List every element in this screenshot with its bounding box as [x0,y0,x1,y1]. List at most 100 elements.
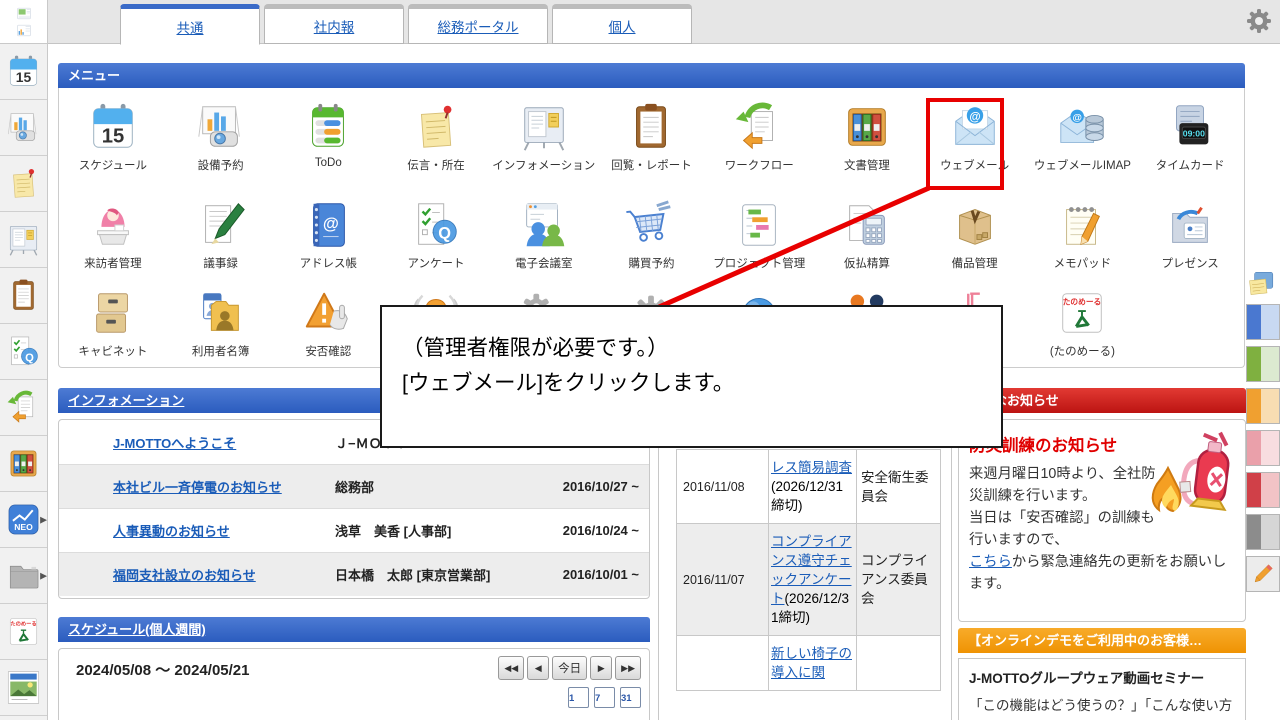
menu-item-facility[interactable]: 設備予約 [167,100,275,173]
information-header-link[interactable]: インフォメーション [68,393,184,408]
menu-item-conference[interactable]: 電子会議室 [490,198,598,271]
menu-item-visitor[interactable]: 来訪者管理 [59,198,167,271]
menu-item-cabinet[interactable]: キャビネット [59,286,167,359]
right-tab-red[interactable] [1246,472,1280,508]
todo-icon [301,100,355,154]
menu-item-tanomeru[interactable]: たのめーる(たのめーる) [1029,286,1137,359]
right-tab-gray[interactable] [1246,514,1280,550]
svg-text:NEO: NEO [14,522,33,532]
sidebar-item-survey[interactable]: Q [0,324,47,380]
right-tab-note-icon[interactable] [1246,268,1276,298]
sidebar-item-infoboard[interactable] [0,212,47,268]
expense-icon [840,198,894,252]
tab-3[interactable]: 総務ポータル [408,4,548,44]
menu-item-message[interactable]: 伝言・所在 [382,100,490,173]
menu-item-docmgmt[interactable]: 文書管理 [813,100,921,173]
survey-row: 2016/11/07コンプライアンス遵守チェックアンケート(2026/12/31… [677,524,941,636]
info-row-link[interactable]: 福岡支社設立のお知らせ [113,565,335,584]
right-tab-green[interactable] [1246,346,1280,382]
conference-icon [517,198,571,252]
sidebar-item-tanomeru[interactable]: たのめーる [0,604,47,660]
menu-item-minutes[interactable]: 議事録 [167,198,275,271]
menu-item-schedule[interactable]: 15スケジュール [59,100,167,173]
tab-2[interactable]: 社内報 [264,4,404,44]
info-row: 福岡支社設立のお知らせ日本橋 太郎 [東京営業部]2016/10/01 ~ [59,552,649,596]
report-icon [5,277,42,314]
nav-last-button[interactable]: ▶▶ [615,656,641,680]
survey-link[interactable]: 新しい椅子の導入に関 [771,646,852,680]
menu-item-label: 電子会議室 [515,255,573,271]
day-view-button[interactable]: 1 [568,687,589,708]
menu-item-expense[interactable]: 仮払精算 [813,198,921,271]
message-icon [5,165,42,202]
menu-item-address[interactable]: @アドレス帳 [274,198,382,271]
menu-item-timecard[interactable]: 09:00タイムカード [1136,100,1244,173]
menu-item-presence[interactable]: プレゼンス [1136,198,1244,271]
info-row-date: 2016/10/27 ~ [563,479,639,494]
emergency-contact-link[interactable]: こちら [969,554,1012,570]
menu-item-label: アンケート [408,255,465,271]
sidebar-item-workflow[interactable] [0,380,47,436]
minutes-icon [194,198,248,252]
right-tab-pencil[interactable] [1246,556,1280,592]
right-tab-pink[interactable] [1246,430,1280,466]
nav-today-button[interactable]: 今日 [552,656,587,680]
survey-row: 新しい椅子の導入に関 [677,636,941,691]
tab-1[interactable]: 共通 [120,4,260,45]
menu-item-webmailimap[interactable]: @ウェブメールIMAP [1029,100,1137,173]
sidebar-item-docmgmt[interactable] [0,436,47,492]
menu-item-equipment[interactable]: 備品管理 [921,198,1029,271]
info-row-link[interactable]: 本社ビル一斉停電のお知らせ [113,477,335,496]
layout-chart-icon[interactable] [14,23,34,38]
info-row-link[interactable]: 人事異動のお知らせ [113,521,335,540]
callout-line-1: （管理者権限が必要です。） [402,331,1001,366]
right-widget-tabs [1246,268,1280,592]
layout-panels-icon[interactable] [14,6,34,21]
menu-item-label: プレゼンス [1161,255,1218,271]
fire-extinguisher-image [1137,424,1243,528]
survey-link[interactable]: レス簡易調査 [771,460,852,475]
info-row-date: 2016/10/01 ~ [563,567,639,582]
survey-date: 2016/11/07 [677,524,769,636]
sidebar-item-folder[interactable]: ▶ [0,548,47,604]
portal-layout-switcher[interactable] [0,0,48,44]
menu-item-memo[interactable]: メモパッド [1029,198,1137,271]
month-view-button[interactable]: 31 [620,687,641,708]
menu-item-safety[interactable]: 安否確認 [274,286,382,359]
menu-item-infoboard[interactable]: インフォメーション [490,100,598,173]
sidebar-item-facility[interactable] [0,100,47,156]
info-row-link[interactable]: J-MOTTOへようこそ [113,433,335,452]
sidebar-item-message[interactable] [0,156,47,212]
sidebar-item-neo[interactable]: NEO ▶ [0,492,47,548]
menu-item-purchase[interactable]: 購買予約 [598,198,706,271]
menu-item-label: 仮払精算 [844,255,890,271]
userlist-icon [194,286,248,340]
schedule-header-link[interactable]: スケジュール(個人週間) [68,622,206,637]
expand-arrow-icon[interactable]: ▶ [40,570,47,581]
expand-arrow-icon[interactable]: ▶ [40,514,47,525]
nav-prev-button[interactable]: ◀ [527,656,549,680]
menu-item-workflow[interactable]: ワークフロー [705,100,813,173]
nav-first-button[interactable]: ◀◀ [498,656,524,680]
sidebar-item-report[interactable] [0,268,47,324]
menu-item-todo[interactable]: ToDo [274,100,382,173]
right-tab-blue[interactable] [1246,304,1280,340]
sidebar-item-schedule[interactable]: 15 [0,44,47,100]
schedule-icon: 15 [86,100,140,154]
docmgmt-icon [840,100,894,154]
message-icon [409,100,463,154]
tab-4[interactable]: 個人 [552,4,692,44]
nav-next-button[interactable]: ▶ [590,656,612,680]
demo-panel-header: 【オンラインデモをご利用中のお客様… [958,628,1246,653]
survey-icon: Q [409,198,463,252]
menu-item-report[interactable]: 回覧・レポート [598,100,706,173]
right-tab-orange[interactable] [1246,388,1280,424]
menu-item-survey[interactable]: Q アンケート [382,198,490,271]
menu-item-project[interactable]: プロジェクト管理 [705,198,813,271]
menu-item-userlist[interactable]: 利用者名簿 [167,286,275,359]
sidebar-item-photo[interactable] [0,660,47,716]
settings-gear-icon[interactable] [1246,8,1272,34]
safety-icon [301,286,355,340]
week-view-button[interactable]: 7 [594,687,615,708]
facility-icon [194,100,248,154]
